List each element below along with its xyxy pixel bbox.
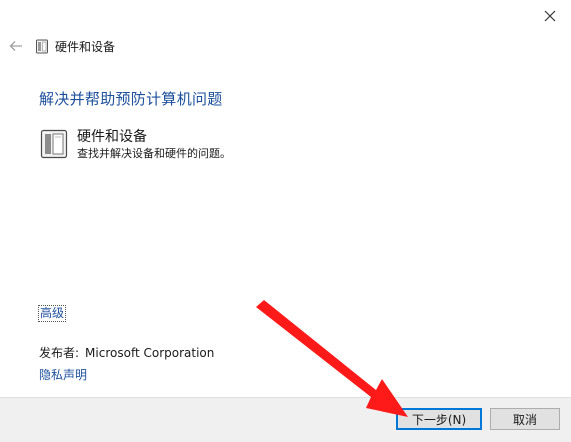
advanced-link[interactable]: 高级 xyxy=(38,305,67,322)
troubleshooter-window: 硬件和设备 解决并帮助预防计算机问题 硬件和设备 查找并解决设备和硬件的问题。 … xyxy=(0,0,571,442)
publisher-label: 发布者: xyxy=(39,346,80,360)
footer-bar: 下一步(N) 取消 xyxy=(0,397,571,442)
item-title: 硬件和设备 xyxy=(77,129,147,145)
hardware-device-icon xyxy=(40,129,68,159)
back-arrow-icon xyxy=(9,41,22,51)
next-button[interactable]: 下一步(N) xyxy=(396,408,482,430)
page-heading: 解决并帮助预防计算机问题 xyxy=(39,90,223,108)
close-icon xyxy=(544,10,556,22)
publisher-info: 发布者: Microsoft Corporation xyxy=(39,344,214,361)
privacy-statement-link[interactable]: 隐私声明 xyxy=(39,366,87,383)
item-description: 查找并解决设备和硬件的问题。 xyxy=(77,147,231,160)
close-button[interactable] xyxy=(533,2,567,30)
hardware-devices-item[interactable]: 硬件和设备 查找并解决设备和硬件的问题。 xyxy=(38,128,231,162)
title-bar: 硬件和设备 xyxy=(6,37,115,55)
publisher-value: Microsoft Corporation xyxy=(85,346,215,360)
window-title: 硬件和设备 xyxy=(55,39,116,54)
cancel-button[interactable]: 取消 xyxy=(490,408,560,430)
back-button[interactable] xyxy=(6,37,26,55)
hardware-device-small-icon xyxy=(34,38,50,54)
